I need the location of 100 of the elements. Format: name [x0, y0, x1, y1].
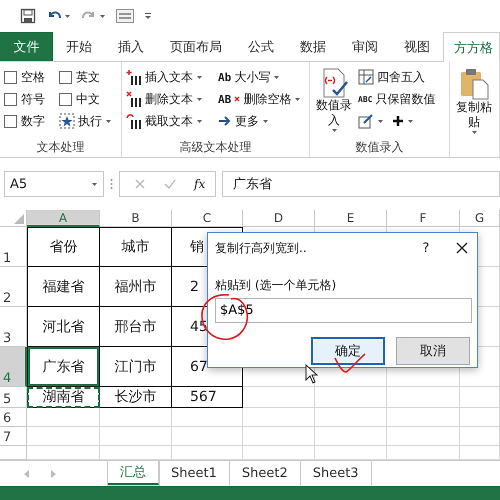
sheet-tab[interactable]: Sheet1 [159, 461, 230, 485]
ribbon-button[interactable]: 截取文本 [126, 110, 218, 132]
ribbon-button[interactable]: Ab 大小写 [218, 66, 308, 88]
checkbox-label[interactable]: 英文 [76, 68, 100, 86]
group-label: 高级文本处理 [178, 139, 252, 156]
checkbox-label[interactable]: 空格 [21, 68, 45, 86]
insert-function-button[interactable]: fx [194, 177, 206, 191]
column-header[interactable]: D [243, 210, 315, 227]
column-header[interactable]: B [100, 210, 172, 227]
clipboard-icon [459, 68, 489, 100]
caret-icon [262, 118, 269, 124]
checkbox[interactable] [4, 70, 17, 84]
star-icon [59, 113, 75, 129]
empty-cell [460, 427, 500, 446]
help-button[interactable]: ? [416, 240, 436, 256]
ribbon-button[interactable]: 更多 [218, 110, 308, 132]
caret-icon [273, 74, 280, 80]
empty-cell [243, 446, 315, 460]
plus-icon [392, 115, 404, 127]
checkbox-label[interactable]: 数字 [21, 112, 45, 130]
table-cell: 福建省 [27, 267, 100, 307]
table-cell: 湖南省 [27, 387, 100, 408]
name-box[interactable]: A5 [4, 171, 104, 197]
checkbox-label[interactable]: 中文 [76, 90, 100, 108]
file-tab[interactable]: 文件 [0, 32, 53, 61]
checkbox[interactable] [59, 70, 72, 84]
caret-icon [64, 14, 71, 18]
row-header[interactable]: 1 [0, 227, 27, 267]
caret-icon [470, 130, 478, 135]
checkbox[interactable] [59, 92, 72, 106]
empty-cell [315, 446, 387, 460]
empty-cell [172, 427, 243, 446]
ribbon-tab[interactable]: 页面布局 [157, 32, 235, 61]
text-icon: ABC [358, 94, 372, 104]
ribbon-button[interactable]: 删除文本 [126, 88, 218, 110]
table-cell: 广东省 [27, 347, 100, 387]
table-cell: 城市 [100, 227, 172, 267]
text-icon: Ab [218, 70, 232, 84]
ribbon-button[interactable]: 执行 [59, 110, 121, 132]
empty-cell [172, 446, 243, 460]
empty-cell [460, 387, 500, 408]
caret-icon [407, 118, 414, 124]
customize-icon[interactable] [144, 12, 152, 20]
column-header[interactable]: E [315, 210, 387, 227]
ribbon-button[interactable]: 四舍五入 [358, 66, 436, 88]
close-icon [456, 242, 468, 254]
group-label: 文本处理 [36, 139, 86, 156]
ribbon-tab[interactable]: 审阅 [339, 32, 391, 61]
grip-icon [110, 178, 113, 190]
checkbox[interactable] [4, 114, 17, 128]
caret-icon [105, 118, 112, 124]
row-header[interactable]: 6 [0, 408, 27, 427]
column-header[interactable]: F [387, 210, 460, 227]
edit-icon [358, 113, 374, 129]
sheet-tab[interactable]: Sheet2 [230, 461, 301, 485]
ribbon-button[interactable]: 插入文本 [126, 66, 218, 88]
formula-field[interactable]: 广东省 [222, 171, 500, 197]
sheet-tab[interactable]: Sheet3 [300, 461, 372, 485]
empty-cell [315, 387, 387, 408]
empty-cell [460, 446, 500, 460]
ribbon-tab[interactable]: 插入 [105, 32, 157, 61]
checkbox-label[interactable]: 符号 [21, 90, 45, 108]
row-header[interactable]: 2 [0, 267, 27, 307]
text-icon: AB [218, 92, 232, 106]
checkbox[interactable] [4, 92, 17, 106]
ribbon-button[interactable]: ABC 只保留数值 [358, 88, 436, 110]
grid-percent-icon [358, 69, 374, 85]
large-button[interactable]: 数值录入 [314, 66, 354, 139]
sheet-tab[interactable]: 汇总 [108, 461, 159, 485]
ribbon-button[interactable]: AB 删除空格 [218, 88, 308, 110]
row-header[interactable]: 7 [0, 427, 27, 446]
group-label: 数值录入 [354, 139, 404, 156]
table-cell: 江门市 [100, 347, 172, 387]
form-icon[interactable] [116, 9, 134, 23]
save-icon[interactable] [20, 8, 36, 24]
table-cell: 567 [172, 387, 243, 408]
ribbon-tab[interactable]: 开始 [53, 32, 105, 61]
empty-cell [243, 427, 315, 446]
close-button[interactable] [454, 240, 470, 256]
empty-cell [172, 408, 243, 427]
arrow-right-icon [218, 115, 232, 127]
dialog-button[interactable]: 取消 [396, 337, 470, 365]
large-button[interactable]: 复制粘贴 [454, 66, 494, 157]
row-header[interactable]: 5 [0, 387, 27, 408]
ribbon-tab[interactable]: 数据 [287, 32, 339, 61]
column-header[interactable]: C [172, 210, 243, 227]
empty-cell [100, 427, 172, 446]
ribbon-tab[interactable]: 公式 [235, 32, 287, 61]
delete-text-icon [126, 91, 142, 107]
cut-text-icon [126, 113, 142, 129]
empty-cell [100, 408, 172, 427]
table-cell: 省份 [27, 227, 100, 267]
ribbon-tab[interactable]: 视图 [391, 32, 443, 61]
ribbon-tab[interactable]: 方方格 [443, 32, 500, 62]
row-header[interactable]: 4 [0, 347, 27, 387]
dialog-button[interactable]: 确定 [311, 337, 385, 365]
column-header[interactable]: A [27, 210, 100, 227]
empty-cell [315, 408, 387, 427]
caret-icon [196, 74, 203, 80]
column-header[interactable]: G [460, 210, 500, 227]
